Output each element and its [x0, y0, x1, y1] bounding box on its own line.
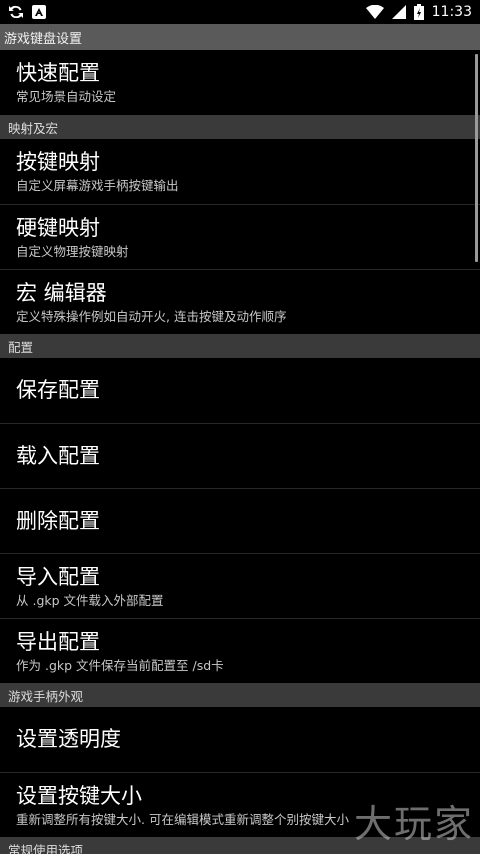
setting-macro-editor[interactable]: 宏 编辑器 定义特殊操作例如自动开火, 连击按键及动作顺序 — [0, 269, 480, 334]
setting-save-config[interactable]: 保存配置 — [0, 358, 480, 423]
setting-transparency[interactable]: 设置透明度 — [0, 707, 480, 772]
setting-title: 硬键映射 — [16, 215, 100, 240]
setting-subtitle: 作为 .gkp 文件保存当前配置至 /sd卡 — [16, 657, 224, 673]
setting-subtitle: 从 .gkp 文件载入外部配置 — [16, 592, 164, 608]
setting-title: 按键映射 — [16, 150, 100, 174]
setting-title: 载入配置 — [16, 443, 100, 468]
page-title: 游戏键盘设置 — [0, 24, 480, 50]
watermark-logo: 大玩家 — [353, 802, 474, 846]
setting-subtitle: 自定义屏幕游戏手柄按键输出 — [16, 178, 179, 193]
setting-title: 设置透明度 — [16, 727, 121, 751]
app-notification-icon — [32, 5, 46, 19]
sync-icon — [9, 5, 23, 19]
setting-subtitle: 自定义物理按键映射 — [16, 243, 129, 259]
setting-title: 宏 编辑器 — [16, 280, 107, 305]
section-header-appearance: 游戏手柄外观 — [0, 683, 480, 707]
setting-title: 快速配置 — [16, 61, 100, 85]
battery-icon — [413, 4, 424, 20]
setting-delete-config[interactable]: 删除配置 — [0, 488, 480, 553]
signal-icon — [391, 5, 406, 19]
setting-key-mapping[interactable]: 按键映射 自定义屏幕游戏手柄按键输出 — [0, 139, 480, 204]
setting-title: 删除配置 — [16, 508, 100, 533]
setting-title: 导出配置 — [16, 629, 100, 654]
setting-load-config[interactable]: 载入配置 — [0, 423, 480, 488]
clock: 11:33 — [431, 4, 472, 20]
section-header-config: 配置 — [0, 334, 480, 358]
setting-hardkey-mapping[interactable]: 硬键映射 自定义物理按键映射 — [0, 204, 480, 269]
setting-import-config[interactable]: 导入配置 从 .gkp 文件载入外部配置 — [0, 553, 480, 618]
setting-subtitle: 常见场景自动设定 — [16, 89, 117, 104]
setting-subtitle: 定义特殊操作例如自动开火, 连击按键及动作顺序 — [16, 308, 287, 324]
section-header-mapping: 映射及宏 — [0, 115, 480, 139]
setting-title: 导入配置 — [16, 564, 100, 589]
scrollbar-thumb[interactable] — [475, 54, 478, 262]
setting-title: 保存配置 — [16, 378, 100, 402]
settings-list[interactable]: 快速配置 常见场景自动设定 映射及宏 按键映射 自定义屏幕游戏手柄按键输出 硬键… — [0, 50, 480, 854]
setting-export-config[interactable]: 导出配置 作为 .gkp 文件保存当前配置至 /sd卡 — [0, 618, 480, 683]
status-bar: 11:33 — [0, 0, 480, 24]
setting-quick-config[interactable]: 快速配置 常见场景自动设定 — [0, 50, 480, 115]
wifi-icon — [365, 5, 384, 19]
